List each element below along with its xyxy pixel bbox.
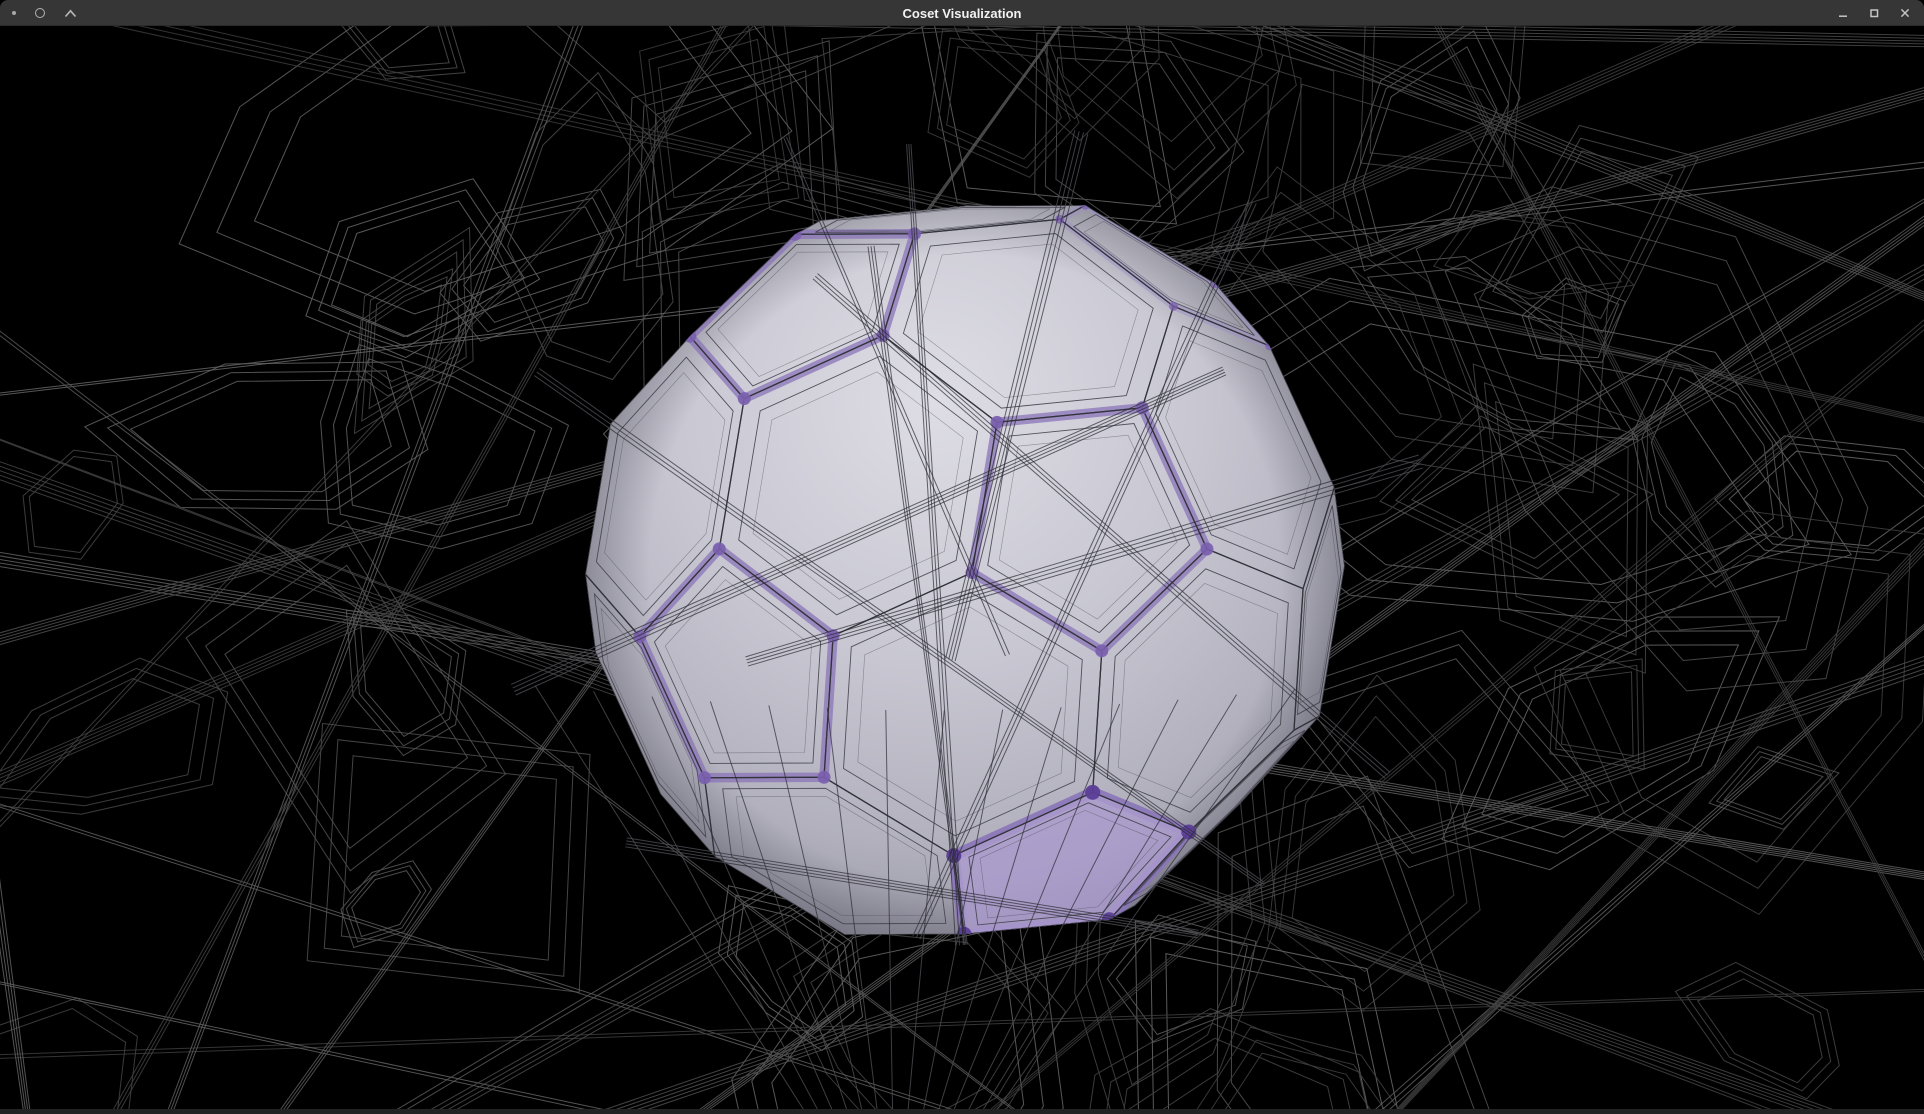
chevron-up-icon[interactable]	[64, 9, 77, 18]
app-indicator-dot-icon	[12, 11, 16, 15]
app-window: Coset Visualization	[0, 0, 1924, 1114]
close-icon	[1899, 7, 1911, 19]
window-title: Coset Visualization	[903, 0, 1022, 26]
record-circle-icon[interactable]	[35, 8, 45, 18]
minimize-icon	[1837, 7, 1849, 19]
viewport-3d[interactable]	[0, 26, 1924, 1114]
titlebar[interactable]: Coset Visualization	[0, 0, 1924, 26]
minimize-button[interactable]	[1832, 2, 1854, 24]
window-controls	[1832, 0, 1916, 26]
maximize-icon	[1868, 7, 1880, 19]
maximize-button[interactable]	[1863, 2, 1885, 24]
scene-canvas[interactable]	[0, 26, 1924, 1114]
close-button[interactable]	[1894, 2, 1916, 24]
window-bottom-edge	[0, 1109, 1924, 1114]
titlebar-left-icons	[12, 0, 77, 26]
